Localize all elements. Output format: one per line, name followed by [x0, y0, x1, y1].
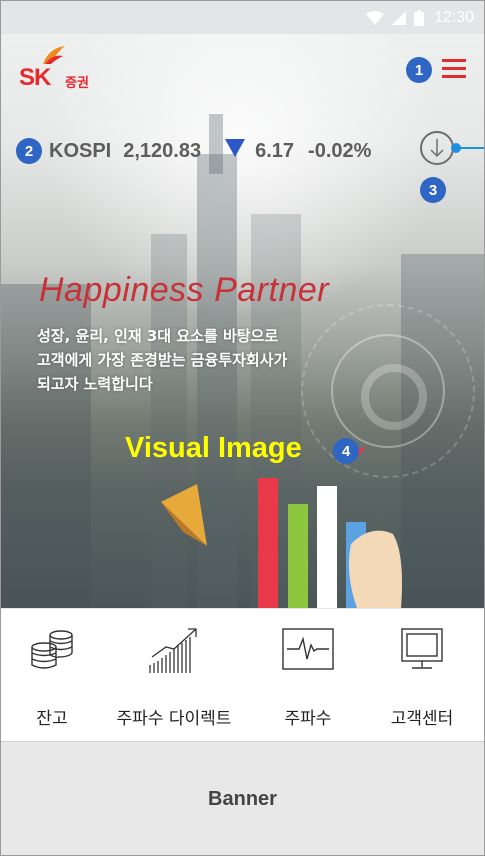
menu-item-support[interactable]: 고객센터 [363, 609, 481, 742]
chart-bar-graphic [288, 504, 308, 608]
menu-item-label: 주파수 [284, 709, 332, 729]
menu-item-jupasu[interactable]: 주파수 [253, 609, 363, 742]
hero-visual: SK 증권 1 2 KOSPI 2,120.83 6.17 -0.02% 3 H… [1, 34, 484, 608]
quick-menu-bar: 잔고 주파수 다이렉트 주파수 고객센터 [1, 608, 484, 742]
status-bar: 12:30 [1, 1, 484, 34]
paper-plane-graphic [161, 484, 207, 546]
menu-item-label: 고객센터 [390, 709, 454, 729]
coins-icon [31, 630, 73, 669]
computer-monitor-icon [401, 628, 443, 669]
pulse-monitor-icon [282, 628, 334, 670]
menu-item-balance[interactable]: 잔고 [9, 609, 95, 742]
chart-bar-graphic [258, 478, 278, 608]
wifi-icon [365, 10, 384, 25]
status-time: 12:30 [433, 8, 474, 26]
visual-image-label: Visual Image [125, 432, 302, 464]
signal-icon [391, 10, 406, 25]
menu-item-label: 주파수 다이렉트 [116, 709, 232, 729]
banner-label: Banner [208, 787, 277, 810]
menu-item-direct[interactable]: 주파수 다이렉트 [99, 609, 249, 742]
hero-illustration [161, 446, 402, 608]
status-icons: 12:30 [365, 1, 474, 34]
banner-area[interactable]: Banner [1, 741, 484, 855]
app-screen: 12:30 SK 증권 1 2 KOSPI 2,120.83 6.17 -0.0… [0, 0, 485, 856]
bar-chart-icon [149, 628, 197, 673]
battery-icon [413, 9, 424, 26]
hand-graphic [349, 530, 402, 608]
chart-bar-graphic [317, 486, 337, 608]
annotation-badge-4: 4 [333, 438, 359, 464]
menu-item-label: 잔고 [36, 709, 68, 729]
